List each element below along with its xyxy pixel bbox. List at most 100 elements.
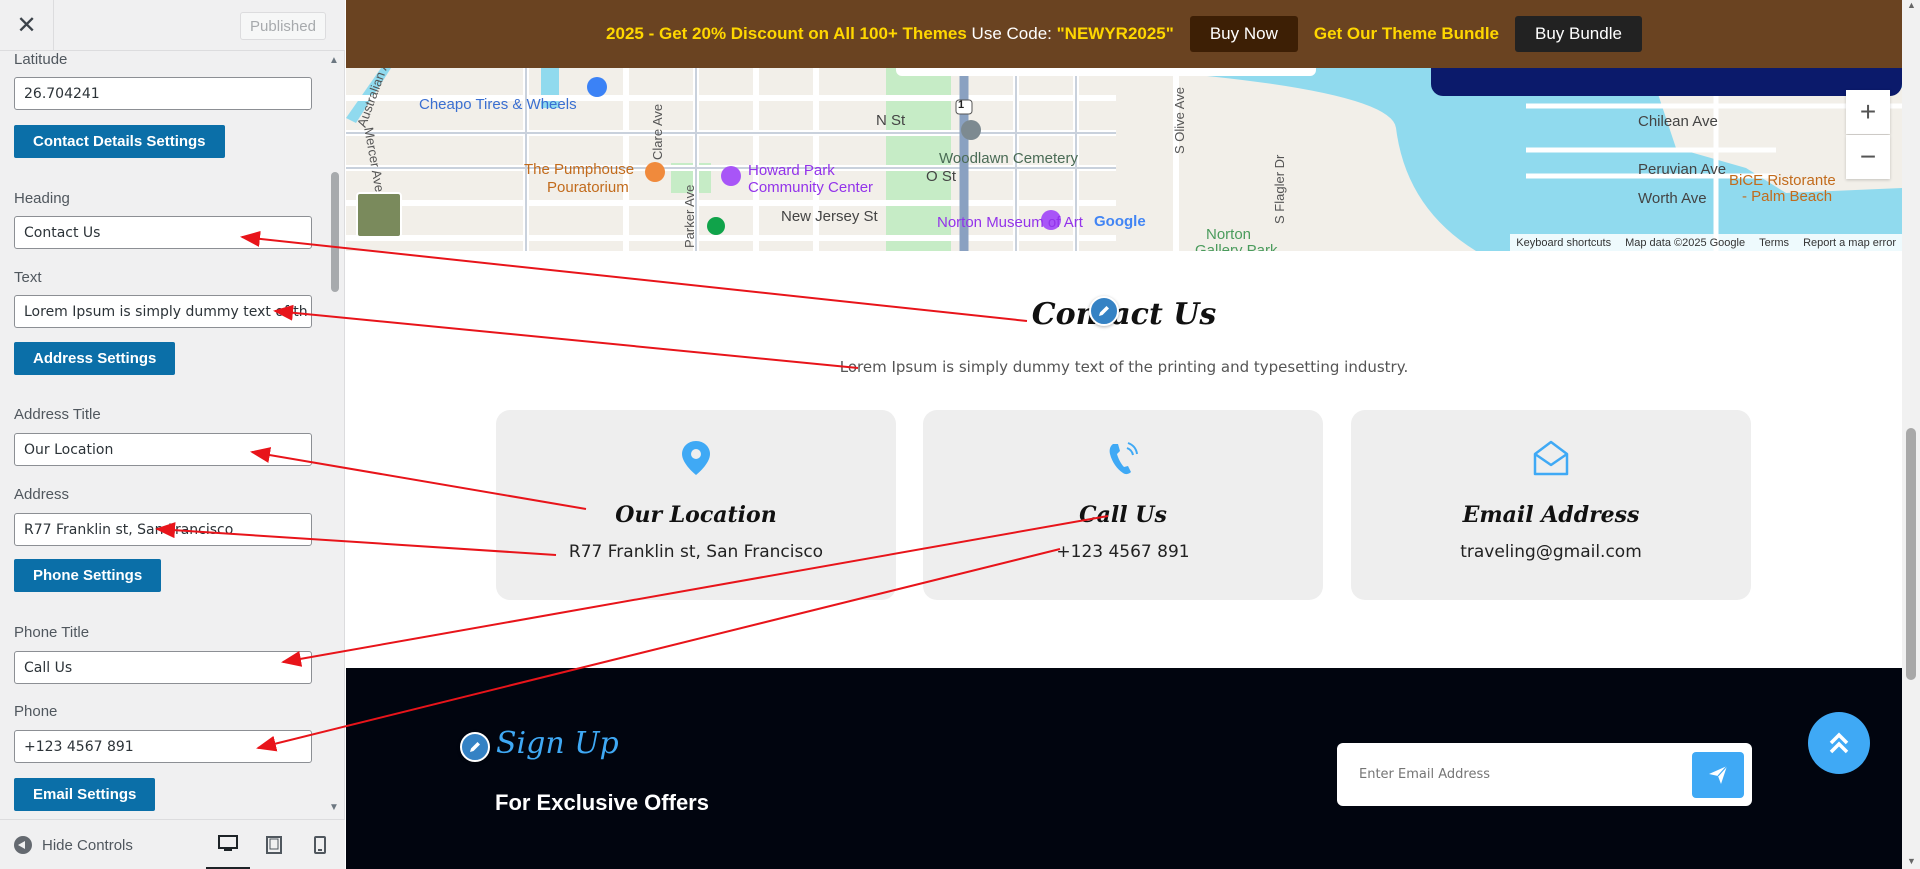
email-card: Email Address traveling@gmail.com bbox=[1351, 410, 1751, 600]
map-label-pumphouse: The Pumphouse bbox=[524, 161, 635, 178]
location-card-title: Our Location bbox=[615, 502, 777, 528]
map-label-worth: Worth Ave bbox=[1638, 190, 1707, 207]
paper-plane-icon bbox=[1709, 765, 1728, 784]
map-label-chilean: Chilean Ave bbox=[1638, 113, 1718, 130]
map-zoom-out-button[interactable]: − bbox=[1846, 135, 1890, 179]
map-label-howard-park: Howard Park bbox=[748, 162, 835, 179]
newsletter-email-input[interactable] bbox=[1337, 743, 1687, 806]
map-label-palm-beach: - Palm Beach bbox=[1742, 188, 1833, 205]
close-customizer-button[interactable]: ✕ bbox=[0, 0, 54, 51]
email-settings-button[interactable]: Email Settings bbox=[14, 778, 156, 811]
sidebar-scroll-up-icon[interactable]: ▲ bbox=[329, 55, 339, 66]
newsletter-footer: Sign Up For Exclusive Offers bbox=[346, 668, 1902, 869]
collapse-arrow-icon bbox=[14, 836, 32, 854]
promo-code-label: Use Code: bbox=[971, 24, 1052, 43]
tablet-preview-button[interactable] bbox=[252, 820, 296, 869]
map-zoom-in-button[interactable]: + bbox=[1846, 90, 1890, 134]
sidebar-header: ✕ Published bbox=[0, 0, 345, 51]
map-label-cheapo: Cheapo Tires & Wheels bbox=[419, 96, 577, 113]
contact-heading: Contact Us bbox=[1031, 297, 1217, 332]
report-map-error-link[interactable]: Report a map error bbox=[1803, 237, 1896, 249]
latitude-input[interactable]: 26.704241 bbox=[14, 77, 312, 110]
map-label-n-st: N St bbox=[876, 112, 906, 129]
promo-code: "NEWYR2025" bbox=[1056, 24, 1174, 43]
map-label-bice: BiCE Ristorante bbox=[1729, 172, 1836, 189]
phone-card-title: Call Us bbox=[1079, 502, 1167, 528]
contact-section: Contact Us Lorem Ipsum is simply dummy t… bbox=[346, 251, 1902, 668]
published-button[interactable]: Published bbox=[240, 12, 326, 40]
newsletter-form bbox=[1337, 743, 1752, 806]
map-label-norton-museum: Norton Museum of Art bbox=[937, 214, 1083, 231]
mobile-icon bbox=[314, 836, 326, 854]
hide-controls-button[interactable]: Hide Controls bbox=[14, 820, 133, 869]
sidebar-controls: Latitude 26.704241 Contact Details Setti… bbox=[0, 51, 345, 819]
sidebar-scroll-down-icon[interactable]: ▼ bbox=[329, 802, 339, 813]
google-logo: Google bbox=[1094, 213, 1146, 230]
edit-signup-pencil-icon[interactable] bbox=[460, 732, 490, 762]
bundle-text: Get Our Theme Bundle bbox=[1313, 24, 1499, 43]
phone-title-input[interactable]: Call Us bbox=[14, 651, 312, 684]
phone-input[interactable]: +123 4567 891 bbox=[14, 730, 312, 763]
newsletter-send-button[interactable] bbox=[1692, 752, 1744, 798]
phone-label: Phone bbox=[14, 703, 58, 720]
signup-title: Sign Up bbox=[496, 726, 619, 761]
contact-text: Lorem Ipsum is simply dummy text of the … bbox=[839, 358, 1409, 376]
address-settings-button[interactable]: Address Settings bbox=[14, 342, 176, 375]
hide-controls-label: Hide Controls bbox=[42, 836, 133, 854]
phone-card-value: +123 4567 891 bbox=[1056, 542, 1190, 562]
location-pin-icon bbox=[682, 441, 710, 475]
location-card-value: R77 Franklin st, San Francisco bbox=[568, 542, 824, 562]
signup-subtitle: For Exclusive Offers bbox=[495, 790, 709, 815]
preview-scroll-down-icon[interactable]: ▼ bbox=[1907, 856, 1916, 866]
scroll-to-top-button[interactable] bbox=[1808, 712, 1870, 774]
map-label-gallery-park: Gallery Park bbox=[1195, 242, 1278, 251]
map-data-label: Map data ©2025 Google bbox=[1625, 236, 1746, 249]
email-card-value: traveling@gmail.com bbox=[1460, 542, 1642, 562]
edit-heading-pencil-icon[interactable] bbox=[1089, 296, 1119, 326]
location-card: Our Location R77 Franklin st, San Franci… bbox=[496, 410, 896, 600]
buy-now-button[interactable]: Buy Now bbox=[1189, 16, 1298, 52]
map-attribution: Keyboard shortcuts Map data ©2025 Google… bbox=[1510, 234, 1902, 251]
heading-input[interactable]: Contact Us bbox=[14, 216, 312, 249]
heading-label: Heading bbox=[14, 190, 70, 207]
address-label: Address bbox=[14, 486, 70, 503]
preview-scrollbar-thumb[interactable] bbox=[1906, 428, 1916, 680]
phone-card: Call Us +123 4567 891 bbox=[923, 410, 1323, 600]
contact-details-settings-button[interactable]: Contact Details Settings bbox=[14, 125, 225, 158]
preview-scroll-up-icon[interactable]: ▲ bbox=[1907, 0, 1916, 10]
desktop-icon bbox=[218, 834, 238, 851]
site-preview: 2025 - Get 20% Discount on All 100+ Them… bbox=[346, 0, 1902, 869]
map-label-pouratorium: Pouratorium bbox=[547, 179, 629, 196]
map-label-new-jersey: New Jersey St bbox=[781, 208, 878, 225]
desktop-preview-button[interactable] bbox=[206, 820, 250, 869]
address-title-label: Address Title bbox=[14, 406, 101, 423]
map-label-flagler: S Flagler Dr bbox=[1272, 154, 1287, 224]
customizer-sidebar: ✕ Published Latitude 26.704241 Contact D… bbox=[0, 0, 345, 869]
map-label-peruvian: Peruvian Ave bbox=[1638, 161, 1727, 178]
map-label-norton-gallery: Norton bbox=[1206, 226, 1252, 243]
double-chevron-up-icon bbox=[1829, 732, 1849, 754]
sidebar-footer: Hide Controls bbox=[0, 819, 345, 869]
map-route-1: 1 bbox=[958, 99, 965, 111]
terms-link[interactable]: Terms bbox=[1759, 237, 1789, 249]
promo-bar: 2025 - Get 20% Discount on All 100+ Them… bbox=[346, 0, 1902, 68]
mobile-preview-button[interactable] bbox=[298, 820, 342, 869]
map-label-olive: S Olive Ave bbox=[1172, 87, 1187, 154]
envelope-open-icon bbox=[1533, 440, 1569, 476]
address-input[interactable]: R77 Franklin st, San Francisco bbox=[14, 513, 312, 546]
phone-title-label: Phone Title bbox=[14, 624, 90, 641]
keyboard-shortcuts-link[interactable]: Keyboard shortcuts bbox=[1516, 237, 1611, 249]
map-label-parker: Parker Ave bbox=[682, 184, 697, 248]
address-title-input[interactable]: Our Location bbox=[14, 433, 312, 466]
email-card-title: Email Address bbox=[1462, 502, 1640, 528]
embedded-map[interactable]: Cheapo Tires & Wheels The Pumphouse Pour… bbox=[346, 68, 1902, 251]
latitude-label: Latitude bbox=[14, 51, 68, 68]
map-label-clare: Clare Ave bbox=[650, 103, 665, 160]
map-label-community-center: Community Center bbox=[748, 179, 874, 196]
buy-bundle-button[interactable]: Buy Bundle bbox=[1515, 16, 1642, 52]
text-input[interactable]: Lorem Ipsum is simply dummy text of th bbox=[14, 295, 312, 328]
sidebar-scrollbar-thumb[interactable] bbox=[331, 172, 339, 292]
preview-scrollbar[interactable]: ▲ ▼ bbox=[1902, 0, 1920, 869]
phone-settings-button[interactable]: Phone Settings bbox=[14, 559, 162, 592]
promo-discount-text: 2025 - Get 20% Discount on All 100+ Them… bbox=[606, 24, 967, 43]
